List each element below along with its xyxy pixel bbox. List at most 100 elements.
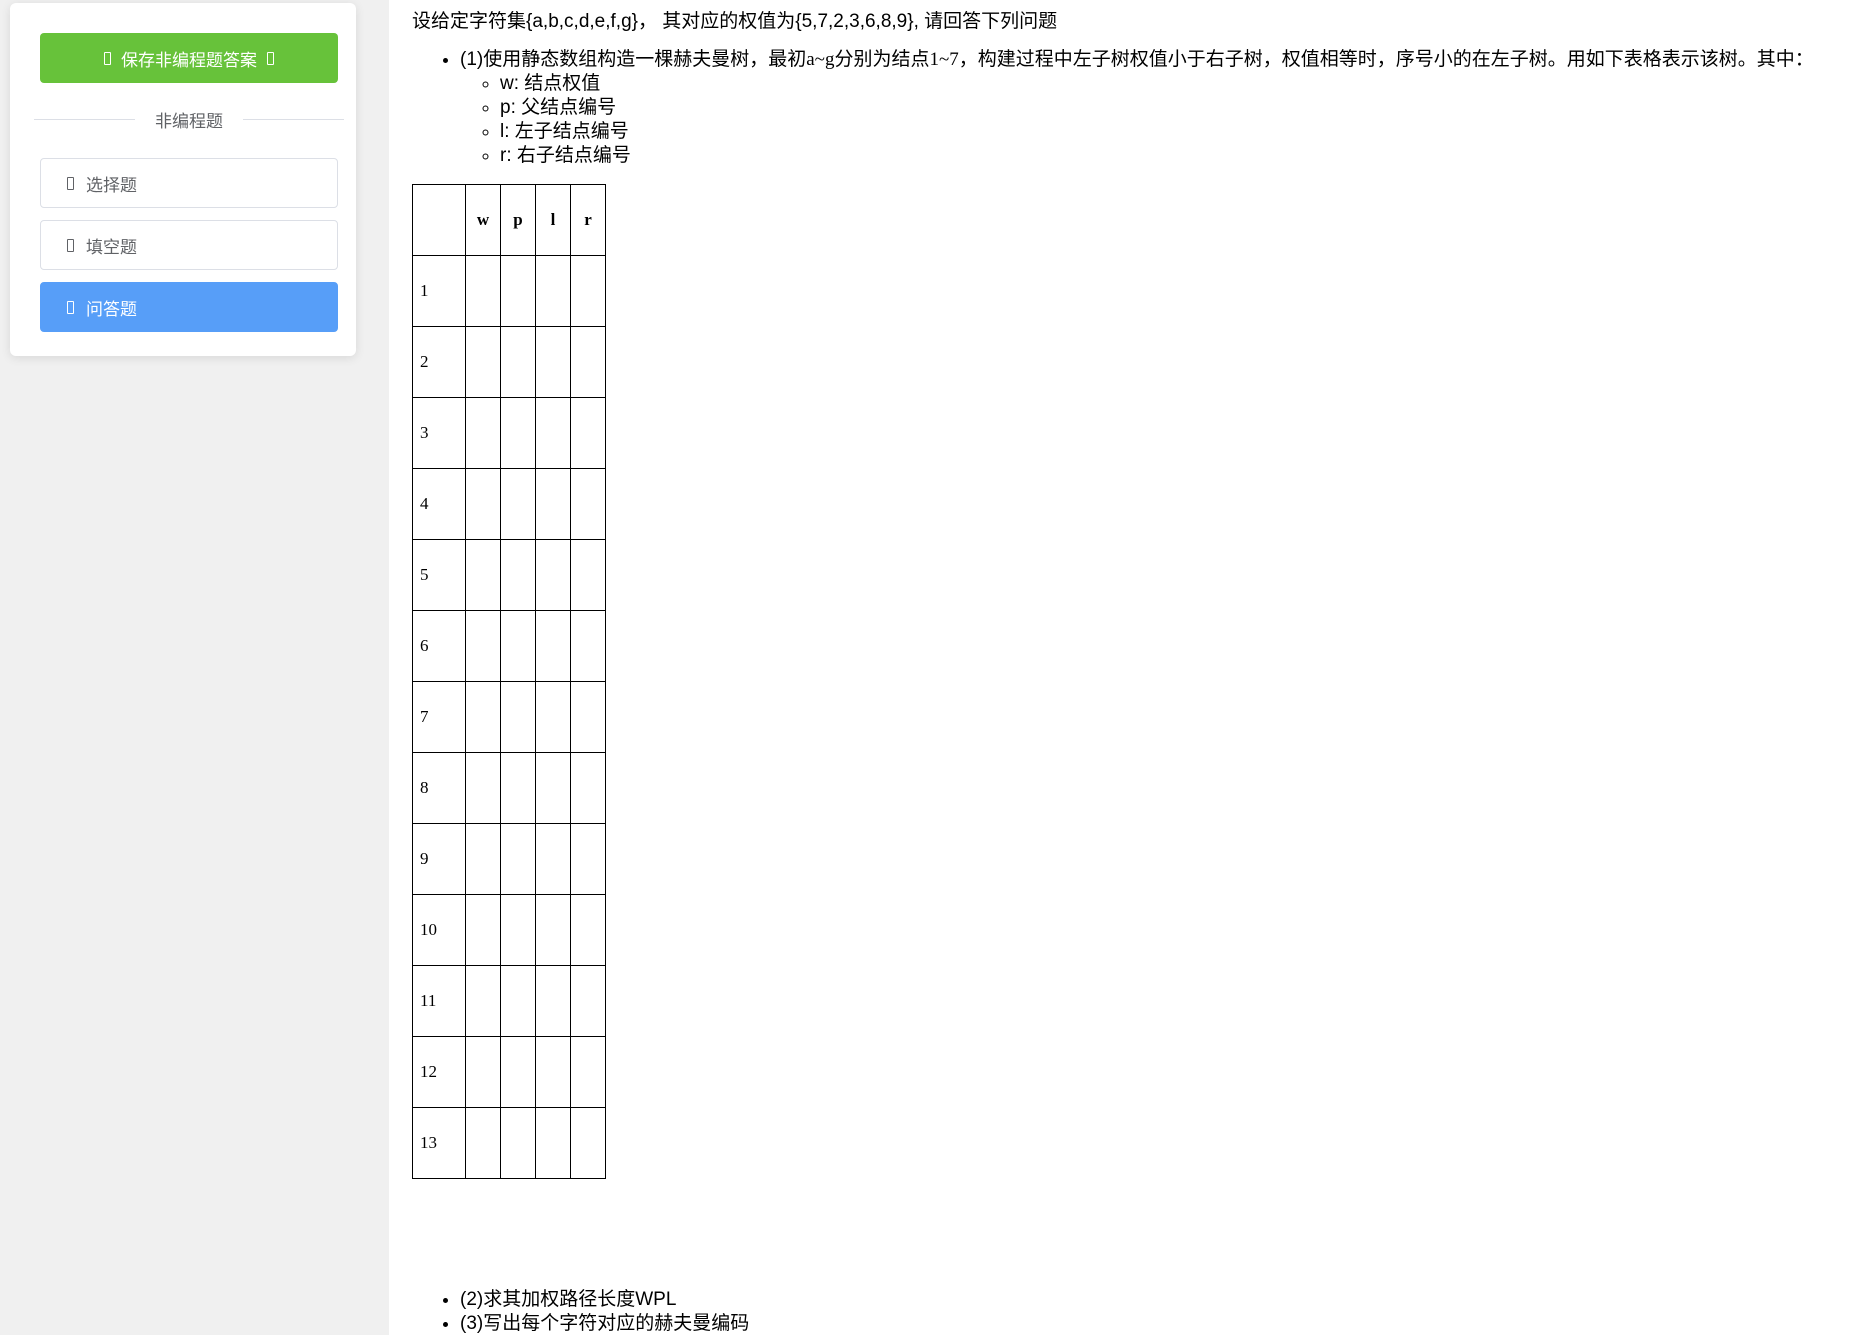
cell-r[interactable]: [570, 539, 606, 611]
cell-l[interactable]: [535, 255, 571, 327]
cell-p[interactable]: [500, 823, 536, 895]
table-row: 5: [412, 539, 606, 611]
cell-r[interactable]: [570, 326, 606, 398]
table-body: 1 2 3 4 5 6 7 8 9 10 11 12 13: [412, 255, 606, 1179]
nav-item-label: 问答题: [86, 299, 137, 319]
cell-l[interactable]: [535, 823, 571, 895]
section-divider: 非编程题: [34, 107, 344, 131]
cell-r[interactable]: [570, 894, 606, 966]
part-1: (1)使用静态数组构造一棵赫夫曼树，最初a~g分别为结点1~7，构建过程中左子树…: [460, 48, 1814, 168]
cell-w[interactable]: [465, 752, 501, 824]
nav-item-label: 选择题: [86, 175, 137, 195]
table-row: 2: [412, 326, 606, 398]
list-icon: [67, 176, 74, 190]
legend-item: r: 右子结点编号: [500, 144, 1814, 168]
column-header-w: w: [465, 184, 501, 256]
question-parts-continued: (2)求其加权路径长度WPL (3)写出每个字符对应的赫夫曼编码: [412, 1288, 749, 1336]
cell-p[interactable]: [500, 681, 536, 753]
table-row: 6: [412, 610, 606, 682]
cell-l[interactable]: [535, 681, 571, 753]
cell-r[interactable]: [570, 468, 606, 540]
cell-w[interactable]: [465, 255, 501, 327]
table-header-row: w p l r: [412, 184, 606, 256]
question-icon: [67, 300, 74, 314]
cell-p[interactable]: [500, 255, 536, 327]
table-row: 12: [412, 1036, 606, 1108]
column-header-l: l: [535, 184, 571, 256]
cell-r[interactable]: [570, 1107, 606, 1179]
nav-item-multiple-choice[interactable]: 选择题: [40, 158, 338, 208]
cell-l[interactable]: [535, 326, 571, 398]
cell-w[interactable]: [465, 397, 501, 469]
cell-l[interactable]: [535, 752, 571, 824]
part-1-text: 使用静态数组构造一棵赫夫曼树，最初a~g分别为结点1~7，构建过程中左子树权值小…: [483, 49, 1814, 70]
cell-w[interactable]: [465, 326, 501, 398]
cell-w[interactable]: [465, 823, 501, 895]
save-answers-button[interactable]: 保存非编程题答案: [40, 33, 338, 83]
cell-r[interactable]: [570, 823, 606, 895]
question-content: 设给定字符集{a,b,c,d,e,f,g}， 其对应的权值为{5,7,2,3,6…: [412, 0, 1853, 1335]
cell-w[interactable]: [465, 681, 501, 753]
part-2-prefix: (2): [460, 1289, 484, 1310]
cell-w[interactable]: [465, 468, 501, 540]
cell-r[interactable]: [570, 255, 606, 327]
cell-w[interactable]: [465, 965, 501, 1037]
cell-r[interactable]: [570, 1036, 606, 1108]
cell-p[interactable]: [500, 894, 536, 966]
cell-l[interactable]: [535, 610, 571, 682]
table-row: 4: [412, 468, 606, 540]
cell-w[interactable]: [465, 894, 501, 966]
legend-desc: 右子结点编号: [516, 145, 631, 166]
row-label: 4: [412, 468, 466, 540]
cell-w[interactable]: [465, 1036, 501, 1108]
row-label: 3: [412, 397, 466, 469]
divider-line-right: [243, 118, 344, 120]
cell-r[interactable]: [570, 397, 606, 469]
cell-r[interactable]: [570, 752, 606, 824]
row-label: 1: [412, 255, 466, 327]
part-3-text: 写出每个字符对应的赫夫曼编码: [483, 1313, 750, 1334]
cell-p[interactable]: [500, 397, 536, 469]
legend-list: w: 结点权值 p: 父结点编号 l: 左子结点编号 r: 右子结点编号: [460, 72, 1814, 168]
part-1-prefix: (1): [460, 49, 484, 70]
row-label: 5: [412, 539, 466, 611]
send-icon: [267, 51, 274, 65]
table-row: 11: [412, 965, 606, 1037]
nav-item-short-answer[interactable]: 问答题: [40, 282, 338, 332]
row-label: 7: [412, 681, 466, 753]
cell-p[interactable]: [500, 752, 536, 824]
cell-p[interactable]: [500, 1036, 536, 1108]
column-header-p: p: [500, 184, 536, 256]
cell-w[interactable]: [465, 1107, 501, 1179]
huffman-table: w p l r 1 2 3 4 5 6 7 8 9 10 11 12 13: [412, 184, 606, 1179]
cell-r[interactable]: [570, 681, 606, 753]
cell-p[interactable]: [500, 610, 536, 682]
cell-p[interactable]: [500, 965, 536, 1037]
table-row: 9: [412, 823, 606, 895]
question-parts: (1)使用静态数组构造一棵赫夫曼树，最初a~g分别为结点1~7，构建过程中左子树…: [412, 48, 1814, 168]
cell-l[interactable]: [535, 539, 571, 611]
cell-p[interactable]: [500, 1107, 536, 1179]
cell-l[interactable]: [535, 468, 571, 540]
part-3: (3)写出每个字符对应的赫夫曼编码: [460, 1312, 749, 1336]
cell-l[interactable]: [535, 1107, 571, 1179]
cell-w[interactable]: [465, 610, 501, 682]
cell-r[interactable]: [570, 965, 606, 1037]
cell-l[interactable]: [535, 1036, 571, 1108]
cell-l[interactable]: [535, 397, 571, 469]
cell-p[interactable]: [500, 468, 536, 540]
cell-l[interactable]: [535, 894, 571, 966]
row-label: 12: [412, 1036, 466, 1108]
table-corner: [412, 184, 466, 256]
cell-r[interactable]: [570, 610, 606, 682]
legend-desc: 父结点编号: [521, 97, 617, 118]
cell-p[interactable]: [500, 539, 536, 611]
column-header-r: r: [570, 184, 606, 256]
cell-p[interactable]: [500, 326, 536, 398]
cell-w[interactable]: [465, 539, 501, 611]
legend-desc: 结点权值: [524, 73, 601, 94]
legend-item: l: 左子结点编号: [500, 120, 1814, 144]
nav-item-fill-blank[interactable]: 填空题: [40, 220, 338, 270]
cell-l[interactable]: [535, 965, 571, 1037]
row-label: 11: [412, 965, 466, 1037]
